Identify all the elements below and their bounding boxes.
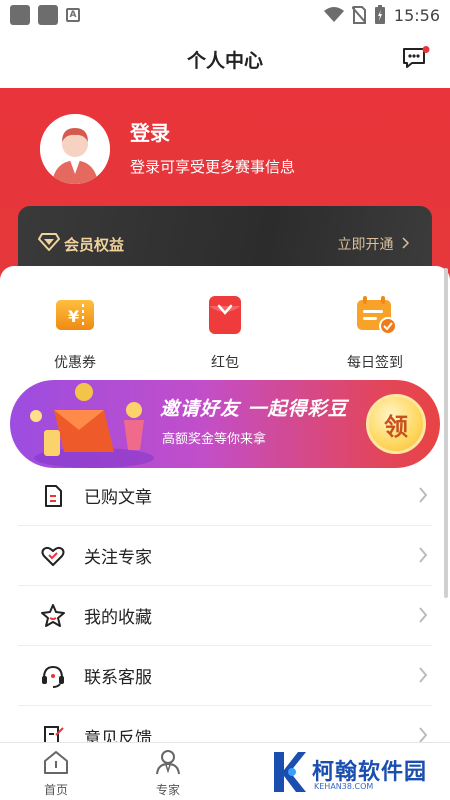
menu-item-followed-experts[interactable]: 关注专家 [18,526,432,586]
page-header: 个人中心 [0,30,450,88]
invite-banner[interactable]: 邀请好友 一起得彩豆 高额奖金等你来拿 领 [10,380,440,468]
watermark-logo-icon [274,752,306,792]
claim-button[interactable]: 领 [366,394,426,454]
chevron-right-icon [402,237,410,249]
red-packet-icon [209,296,241,334]
login-subtitle: 登录可享受更多赛事信息 [130,158,296,176]
notification-icon [10,5,30,25]
chevron-right-icon [419,727,428,743]
quick-action-label: 红包 [211,355,239,371]
menu-item-label: 已购文章 [84,488,152,508]
login-title[interactable]: 登录 [130,117,170,146]
page-title: 个人中心 [186,49,263,72]
diamond-icon [38,233,60,251]
tab-label: 专家 [155,783,180,797]
user-avatar-icon [40,114,110,184]
menu-item-label: 关注专家 [84,548,152,568]
chevron-right-icon [419,607,428,623]
chevron-right-icon [419,547,428,563]
menu-item-customer-service[interactable]: 联系客服 [18,646,432,706]
document-icon [45,484,62,507]
watermark-url: KEHAN38.COM [314,782,374,791]
star-icon [41,603,65,627]
no-sim-icon [351,6,366,24]
vip-label: 会员权益 [64,236,125,254]
menu-item-label: 联系客服 [84,668,152,688]
home-icon [44,751,68,774]
menu-item-favorites[interactable]: 我的收藏 [18,586,432,646]
quick-action-coupon[interactable]: ¥ 优惠券 [25,292,125,372]
quick-action-label: 优惠券 [54,355,96,371]
tab-experts[interactable]: 专家 [138,749,198,798]
gift-illustration [30,383,154,468]
svg-text:¥: ¥ [68,307,79,326]
avatar[interactable] [40,114,110,184]
tab-label: 首页 [43,783,68,797]
watermark: 柯翰软件园 KEHAN38.COM [268,750,443,796]
coupon-icon: ¥ [56,300,94,330]
quick-action-label: 每日签到 [347,355,403,371]
banner-title: 邀请好友 一起得彩豆 [160,398,348,420]
chevron-right-icon [419,487,428,503]
heart-icon [41,546,65,566]
battery-icon [374,5,385,24]
notification-icon [38,5,58,25]
expert-icon [156,750,180,775]
scrollbar[interactable] [444,268,448,598]
headset-icon [42,665,64,688]
app-notification-icon: A [66,8,80,22]
chevron-right-icon [419,667,428,683]
wifi-icon [323,7,344,22]
quick-action-red-packet[interactable]: 红包 [175,292,275,372]
tab-home[interactable]: 首页 [26,749,86,798]
vip-open-label: 立即开通 [337,237,394,253]
status-bar: A 15:56 [0,0,450,30]
quick-action-checkin[interactable]: 每日签到 [325,292,425,372]
vip-open-link[interactable]: 立即开通 [338,234,410,254]
banner-subtitle: 高额奖金等你来拿 [162,432,267,447]
message-icon[interactable] [402,46,430,70]
menu-item-label: 我的收藏 [84,608,152,628]
status-time: 15:56 [393,5,440,25]
calendar-checkin-icon [357,296,397,335]
menu-item-purchased-articles[interactable]: 已购文章 [18,466,432,526]
